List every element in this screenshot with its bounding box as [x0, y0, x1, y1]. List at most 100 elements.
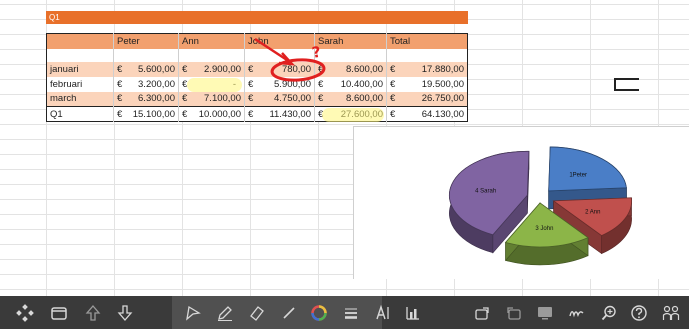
up-arrow-icon[interactable]: [82, 302, 104, 324]
table-cell[interactable]: [178, 48, 245, 62]
zoom-icon[interactable]: [598, 302, 620, 324]
currency-symbol: €: [248, 93, 254, 105]
line-weight-icon[interactable]: [340, 302, 362, 324]
bottom-toolbar: [0, 296, 689, 329]
table-header-row: Peter Ann John Sarah Total: [46, 33, 468, 49]
table-row: Q1€15.100,00€10.000,00€11.430,00€27.600,…: [46, 106, 468, 122]
table-cell[interactable]: [386, 48, 468, 62]
users-icon[interactable]: [660, 302, 682, 324]
line-icon[interactable]: [278, 302, 300, 324]
text-icon[interactable]: [372, 302, 394, 324]
amount-cell[interactable]: €64.130,00: [386, 106, 468, 122]
color-wheel-icon[interactable]: [308, 302, 330, 324]
table-cell[interactable]: [46, 48, 114, 62]
currency-symbol: €: [318, 93, 324, 105]
amount-cell[interactable]: €8.600,00: [314, 91, 387, 107]
redo-icon[interactable]: [502, 302, 524, 324]
header-cell[interactable]: Sarah: [314, 33, 387, 49]
currency-symbol: €: [117, 108, 123, 120]
currency-symbol: €: [248, 78, 254, 90]
header-cell[interactable]: Total: [386, 33, 468, 49]
pie-slice-label: 2 Ann: [585, 210, 600, 216]
currency-symbol: €: [390, 93, 396, 105]
pie-slice-label: 3 John: [535, 226, 553, 232]
amount-cell[interactable]: €26.750,00: [386, 91, 468, 107]
pen-icon[interactable]: [214, 302, 236, 324]
currency-symbol: €: [318, 63, 324, 75]
amount-cell[interactable]: €4.750,00: [244, 91, 315, 107]
amount-cell[interactable]: €8.600,00: [314, 61, 387, 77]
currency-symbol: €: [390, 63, 396, 75]
currency-symbol: €: [248, 63, 254, 75]
help-icon[interactable]: [628, 302, 650, 324]
handwriting-icon[interactable]: [566, 302, 588, 324]
table-row: februari€3.200,00€-€5.900,00€10.400,00€1…: [46, 76, 468, 92]
amount-cell[interactable]: €10.400,00: [314, 76, 387, 92]
amount-value: 8.600,00: [346, 63, 383, 75]
header-cell[interactable]: John: [244, 33, 315, 49]
row-label-cell[interactable]: januari: [46, 61, 114, 77]
pie-slice-label: 1Peter: [569, 172, 587, 178]
amount-cell[interactable]: €10.000,00: [178, 106, 245, 122]
currency-symbol: €: [248, 108, 254, 120]
table-row: march €6.300,00 €7.100,00 €4.750,00 €8.600,0…: [46, 91, 468, 107]
amount-cell[interactable]: €19.500,00: [386, 76, 468, 92]
currency-symbol: €: [390, 108, 396, 120]
amount-cell[interactable]: €6.300,00: [113, 91, 179, 107]
home-diamond-icon[interactable]: [14, 302, 36, 324]
highlight-ann-february: [187, 78, 242, 92]
amount-value: 4.750,00: [274, 93, 311, 105]
pie-slice-label: 4 Sarah: [475, 189, 496, 195]
row-label-cell[interactable]: februari: [46, 76, 114, 92]
window-icon[interactable]: [48, 302, 70, 324]
row-label-cell[interactable]: Q1: [46, 106, 114, 122]
pie-chart[interactable]: 1Peter 4 Sarah 2 Ann 3 John: [353, 126, 689, 279]
amount-value: 3.200,00: [138, 78, 175, 90]
amount-value: 780,00: [281, 63, 311, 75]
currency-symbol: €: [182, 108, 188, 120]
amount-value: 5.600,00: [138, 63, 175, 75]
select-cursor-icon[interactable]: [182, 302, 204, 324]
amount-cell[interactable]: €5.600,00: [113, 61, 179, 77]
panel-edge-box[interactable]: [614, 78, 639, 91]
amount-value: 7.100,00: [204, 93, 241, 105]
undo-icon[interactable]: [472, 302, 494, 324]
table-cell[interactable]: [314, 48, 387, 62]
sheet-title: Q1: [49, 13, 60, 22]
amount-cell[interactable]: €780,00: [244, 61, 315, 77]
table-cell[interactable]: [113, 48, 179, 62]
row-label-cell[interactable]: march: [46, 91, 114, 107]
eraser-icon[interactable]: [246, 302, 268, 324]
currency-symbol: €: [117, 93, 123, 105]
amount-value: 26.750,00: [421, 93, 464, 105]
down-arrow-icon[interactable]: [114, 302, 136, 324]
pie-slice-top: [548, 146, 627, 192]
screen-icon[interactable]: [534, 302, 556, 324]
amount-value: 15.100,00: [132, 108, 175, 120]
amount-cell[interactable]: €3.200,00: [113, 76, 179, 92]
amount-cell[interactable]: €2.900,00: [178, 61, 245, 77]
header-cell[interactable]: Ann: [178, 33, 245, 49]
amount-cell[interactable]: €15.100,00: [113, 106, 179, 122]
table-row: [46, 48, 468, 62]
currency-symbol: €: [182, 93, 188, 105]
highlight-sarah-q1: [322, 108, 384, 122]
header-cell[interactable]: [46, 33, 114, 49]
currency-symbol: €: [318, 78, 324, 90]
amount-value: 5.900,00: [274, 78, 311, 90]
currency-symbol: €: [390, 78, 396, 90]
header-cell[interactable]: Peter: [113, 33, 179, 49]
chart-icon[interactable]: [402, 302, 424, 324]
currency-symbol: €: [117, 63, 123, 75]
amount-value: 2.900,00: [204, 63, 241, 75]
amount-value: 10.000,00: [198, 108, 241, 120]
currency-symbol: €: [117, 78, 123, 90]
amount-value: 10.400,00: [340, 78, 383, 90]
sales-table: Peter Ann John Sarah Total januari €5.600…: [46, 33, 468, 122]
amount-cell[interactable]: €17.880,00: [386, 61, 468, 77]
table-cell[interactable]: [244, 48, 315, 62]
amount-cell[interactable]: €7.100,00: [178, 91, 245, 107]
amount-value: 17.880,00: [421, 63, 464, 75]
amount-cell[interactable]: €5.900,00: [244, 76, 315, 92]
amount-cell[interactable]: €11.430,00: [244, 106, 315, 122]
